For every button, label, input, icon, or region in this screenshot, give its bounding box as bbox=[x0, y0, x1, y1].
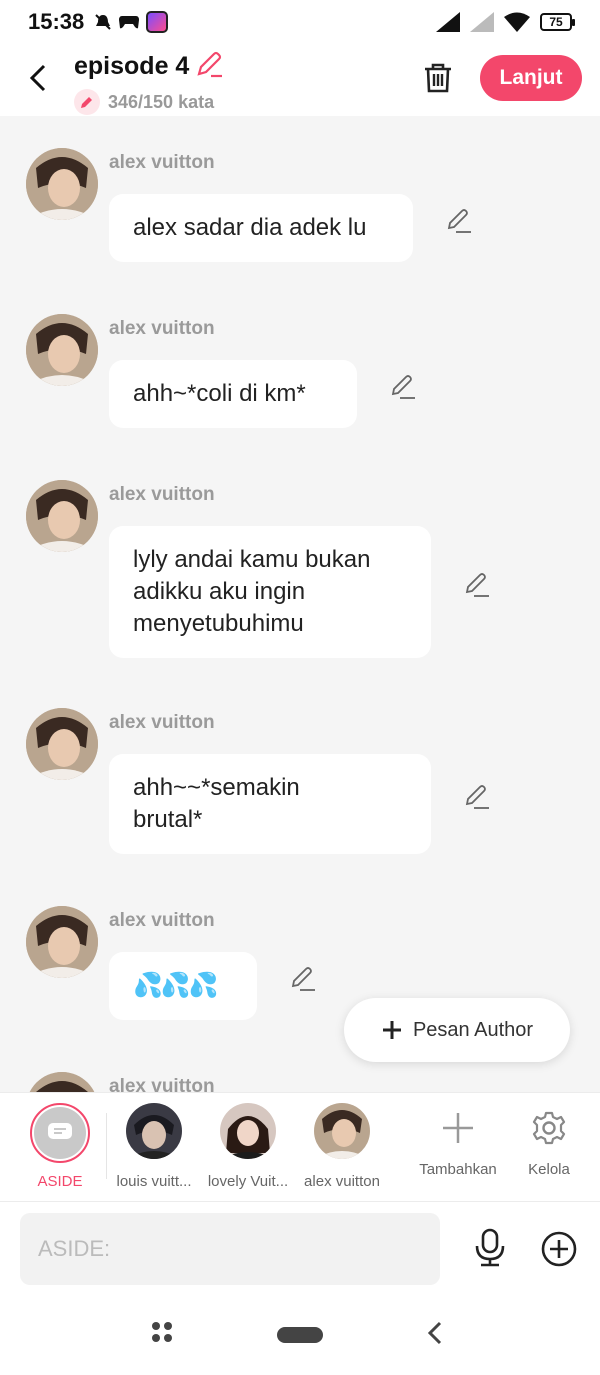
sender-name: alex vuitton bbox=[109, 318, 215, 339]
edit-icon bbox=[465, 785, 489, 809]
game-icon bbox=[118, 14, 140, 30]
author-message-button[interactable]: Pesan Author bbox=[344, 998, 570, 1062]
plus-icon bbox=[443, 1113, 473, 1143]
message-input[interactable]: ASIDE: bbox=[20, 1213, 440, 1285]
message-bubble[interactable]: lyly andai kamu bukan adikku aku ingin m… bbox=[109, 526, 431, 658]
nav-menu-button[interactable] bbox=[150, 1320, 174, 1344]
episode-title: episode 4 bbox=[74, 52, 190, 80]
sender-name: alex vuitton bbox=[109, 484, 215, 505]
back-button[interactable] bbox=[22, 58, 54, 98]
attach-button[interactable] bbox=[540, 1230, 578, 1268]
avatar[interactable] bbox=[26, 1072, 98, 1092]
system-nav-bar bbox=[0, 1298, 600, 1375]
avatar[interactable] bbox=[26, 906, 98, 978]
edit-message-button[interactable] bbox=[288, 964, 318, 994]
nav-home-button[interactable] bbox=[276, 1326, 324, 1344]
home-pill-icon bbox=[277, 1327, 323, 1343]
wifi-icon bbox=[504, 12, 530, 32]
chevron-left-icon bbox=[29, 64, 46, 92]
next-button[interactable]: Lanjut bbox=[480, 55, 582, 101]
trash-icon bbox=[425, 63, 451, 93]
avatar[interactable] bbox=[26, 148, 98, 220]
plus-icon bbox=[382, 1021, 401, 1039]
edit-icon bbox=[465, 573, 489, 597]
edit-icon bbox=[291, 967, 315, 991]
message-line: ahh~*coli di km* bbox=[133, 380, 306, 407]
chevron-left-icon bbox=[427, 1321, 442, 1345]
edit-message-button[interactable] bbox=[462, 570, 492, 600]
edit-title-icon[interactable] bbox=[195, 50, 223, 83]
message-bubble[interactable]: 💦💦💦 bbox=[109, 952, 257, 1020]
battery-icon: 75 bbox=[540, 13, 575, 31]
nav-back-button[interactable] bbox=[426, 1320, 444, 1346]
add-character-label: Tambahkan bbox=[419, 1161, 497, 1178]
message-line: lyly andai kamu bukan bbox=[133, 546, 371, 573]
status-time: 15:38 bbox=[28, 9, 85, 34]
input-bar: ASIDE: bbox=[0, 1202, 600, 1298]
avatar bbox=[314, 1103, 370, 1159]
microphone-icon bbox=[475, 1228, 505, 1267]
plus-circle-icon bbox=[541, 1231, 577, 1267]
sender-name: alex vuitton bbox=[109, 910, 215, 931]
character-label: louis vuitt... bbox=[116, 1173, 192, 1190]
message-bubble[interactable]: alex sadar dia adek lu bbox=[109, 194, 413, 262]
message-line: adikku aku ingin bbox=[133, 578, 306, 605]
message-line: brutal* bbox=[133, 806, 203, 833]
message-line: 💦💦💦 bbox=[133, 972, 219, 999]
dnd-icon bbox=[94, 13, 112, 31]
edit-message-button[interactable] bbox=[444, 206, 474, 236]
character-bar: ASIDE louis vuitt... lovely Vuit... alex… bbox=[0, 1092, 600, 1202]
sender-name: alex vuitton bbox=[109, 712, 215, 733]
avatar[interactable] bbox=[26, 480, 98, 552]
avatar[interactable] bbox=[26, 314, 98, 386]
character-label: ASIDE bbox=[37, 1173, 83, 1190]
signal-icon bbox=[436, 12, 460, 32]
message-bubble[interactable]: ahh~*coli di km* bbox=[109, 360, 357, 428]
app-icon bbox=[146, 11, 169, 33]
delete-button[interactable] bbox=[420, 60, 456, 96]
author-message-label: Pesan Author bbox=[412, 1018, 534, 1041]
edit-message-button[interactable] bbox=[462, 782, 492, 812]
status-bar: 15:38 75 bbox=[0, 0, 600, 44]
chat-area[interactable]: alex vuitton alex sadar dia adek lu alex… bbox=[0, 116, 600, 1092]
sender-name: alex vuitton bbox=[109, 152, 215, 173]
header: episode 4 346/150 kata Lanjut bbox=[0, 44, 600, 116]
avatar bbox=[220, 1103, 276, 1159]
character-aside[interactable]: ASIDE bbox=[14, 1103, 106, 1190]
grid-dots-icon bbox=[152, 1322, 172, 1342]
manage-characters-button[interactable]: Kelola bbox=[499, 1105, 599, 1178]
divider bbox=[106, 1113, 107, 1179]
character-item[interactable]: louis vuitt... bbox=[108, 1103, 200, 1190]
edit-icon bbox=[447, 209, 471, 233]
voice-button[interactable] bbox=[470, 1228, 510, 1268]
character-label: lovely Vuit... bbox=[207, 1173, 289, 1190]
character-item[interactable]: alex vuitton bbox=[296, 1103, 388, 1190]
edit-icon bbox=[391, 375, 415, 399]
message-bubble[interactable]: ahh~~*semakin brutal* bbox=[109, 754, 431, 854]
edit-message-button[interactable] bbox=[388, 372, 418, 402]
add-character-button[interactable]: Tambahkan bbox=[408, 1105, 508, 1178]
avatar[interactable] bbox=[26, 708, 98, 780]
character-item[interactable]: lovely Vuit... bbox=[202, 1103, 294, 1190]
message-line: alex sadar dia adek lu bbox=[133, 214, 367, 241]
pencil-icon bbox=[74, 89, 100, 115]
sender-name: alex vuitton bbox=[109, 1076, 215, 1092]
character-label: alex vuitton bbox=[304, 1173, 380, 1190]
manage-label: Kelola bbox=[528, 1161, 570, 1178]
message-line: menyetubuhimu bbox=[133, 610, 304, 637]
message-line: ahh~~*semakin bbox=[133, 774, 300, 801]
chat-bubble-icon bbox=[48, 1123, 72, 1139]
word-count: 346/150 kata bbox=[108, 91, 215, 112]
gear-icon bbox=[532, 1111, 566, 1145]
avatar bbox=[126, 1103, 182, 1159]
signal-weak-icon bbox=[470, 12, 494, 32]
